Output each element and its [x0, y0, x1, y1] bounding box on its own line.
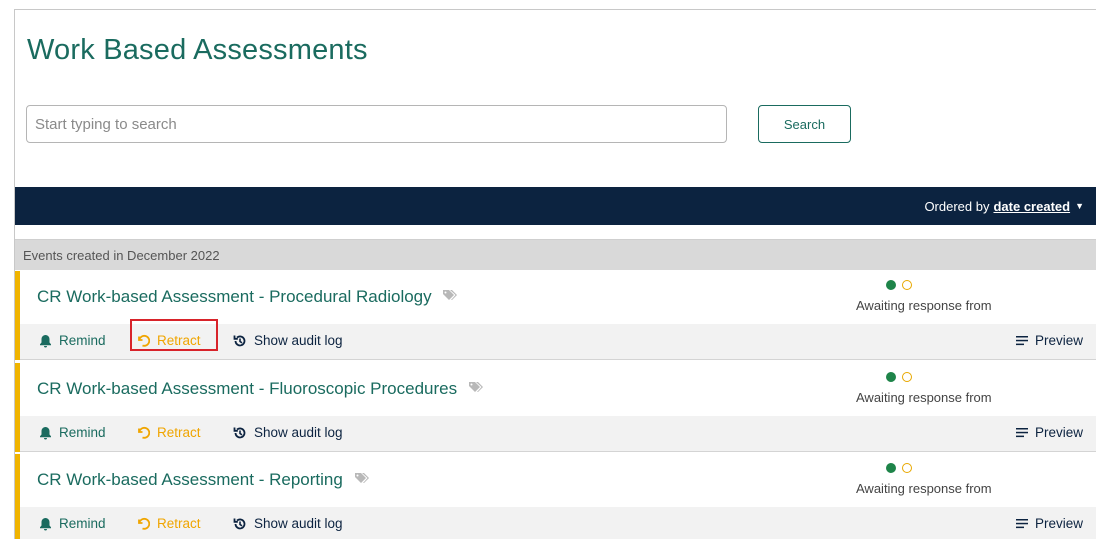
audit-log-label[interactable]: Show audit log [254, 425, 343, 440]
event-header: CR Work-based Assessment - Procedural Ra… [20, 271, 1096, 324]
remind-label[interactable]: Remind [59, 516, 106, 531]
event-header: CR Work-based Assessment - Fluoroscopic … [20, 363, 1096, 416]
event-title-text[interactable]: CR Work-based Assessment - Reporting [37, 470, 343, 489]
event-title[interactable]: CR Work-based Assessment - Fluoroscopic … [37, 379, 485, 399]
history-icon [233, 334, 247, 348]
bell-icon [39, 334, 52, 348]
show-audit-log-button[interactable]: Show audit log [233, 425, 343, 440]
order-prefix: Ordered by [924, 198, 990, 214]
retract-button[interactable]: Retract [136, 333, 201, 348]
remind-button[interactable]: Remind [39, 425, 106, 440]
status-dot-complete [886, 463, 896, 473]
tag-icon [354, 469, 371, 489]
preview-button[interactable]: Preview [1015, 333, 1083, 348]
history-icon [233, 426, 247, 440]
preview-button[interactable]: Preview [1015, 516, 1083, 531]
audit-log-label[interactable]: Show audit log [254, 333, 343, 348]
status-dots [886, 372, 912, 382]
tag-icon [468, 378, 485, 398]
preview-label[interactable]: Preview [1035, 425, 1083, 440]
event-title-text[interactable]: CR Work-based Assessment - Procedural Ra… [37, 287, 432, 306]
retract-button[interactable]: Retract [136, 516, 201, 531]
status-dot-complete [886, 372, 896, 382]
group-header: Events created in December 2022 [15, 239, 1096, 270]
status-dot-pending [902, 463, 912, 473]
status-dots [886, 463, 912, 473]
retract-label[interactable]: Retract [157, 333, 201, 348]
event-actions: Remind Retract Show audit log Preview [20, 324, 1096, 360]
status-dot-pending [902, 372, 912, 382]
bell-icon [39, 517, 52, 531]
status-dot-pending [902, 280, 912, 290]
remind-label[interactable]: Remind [59, 425, 106, 440]
search-input[interactable] [26, 105, 727, 143]
remind-button[interactable]: Remind [39, 333, 106, 348]
status-text: Awaiting response from [856, 481, 992, 496]
undo-icon [136, 517, 150, 530]
bell-icon [39, 426, 52, 440]
preview-label[interactable]: Preview [1035, 333, 1083, 348]
assessments-panel: Work Based Assessments Search Ordered by… [14, 9, 1096, 539]
status-dots [886, 280, 912, 290]
page-title: Work Based Assessments [27, 34, 368, 66]
status-dot-complete [886, 280, 896, 290]
undo-icon [136, 334, 150, 347]
list-icon [1015, 335, 1028, 346]
list-icon [1015, 518, 1028, 529]
tag-icon [442, 286, 459, 306]
event-item: CR Work-based Assessment - Reporting Awa… [15, 454, 1096, 539]
history-icon [233, 517, 247, 531]
show-audit-log-button[interactable]: Show audit log [233, 333, 343, 348]
event-title[interactable]: CR Work-based Assessment - Reporting [37, 470, 371, 490]
search-button[interactable]: Search [758, 105, 851, 143]
undo-icon [136, 426, 150, 439]
event-title[interactable]: CR Work-based Assessment - Procedural Ra… [37, 287, 459, 307]
event-actions: Remind Retract Show audit log Preview [20, 507, 1096, 539]
remind-button[interactable]: Remind [39, 516, 106, 531]
audit-log-label[interactable]: Show audit log [254, 516, 343, 531]
preview-label[interactable]: Preview [1035, 516, 1083, 531]
status-text: Awaiting response from [856, 298, 992, 313]
show-audit-log-button[interactable]: Show audit log [233, 516, 343, 531]
order-by-dropdown[interactable]: date created [993, 199, 1070, 214]
retract-label[interactable]: Retract [157, 425, 201, 440]
retract-label[interactable]: Retract [157, 516, 201, 531]
list-icon [1015, 427, 1028, 438]
event-item: CR Work-based Assessment - Procedural Ra… [15, 271, 1096, 360]
event-actions: Remind Retract Show audit log Preview [20, 416, 1096, 452]
remind-label[interactable]: Remind [59, 333, 106, 348]
caret-down-icon[interactable]: ▼ [1075, 201, 1084, 211]
preview-button[interactable]: Preview [1015, 425, 1083, 440]
retract-button[interactable]: Retract [136, 425, 201, 440]
status-text: Awaiting response from [856, 390, 992, 405]
event-header: CR Work-based Assessment - Reporting Awa… [20, 454, 1096, 507]
order-bar: Ordered by date created ▼ [15, 187, 1096, 225]
event-item: CR Work-based Assessment - Fluoroscopic … [15, 363, 1096, 452]
event-title-text[interactable]: CR Work-based Assessment - Fluoroscopic … [37, 379, 457, 398]
